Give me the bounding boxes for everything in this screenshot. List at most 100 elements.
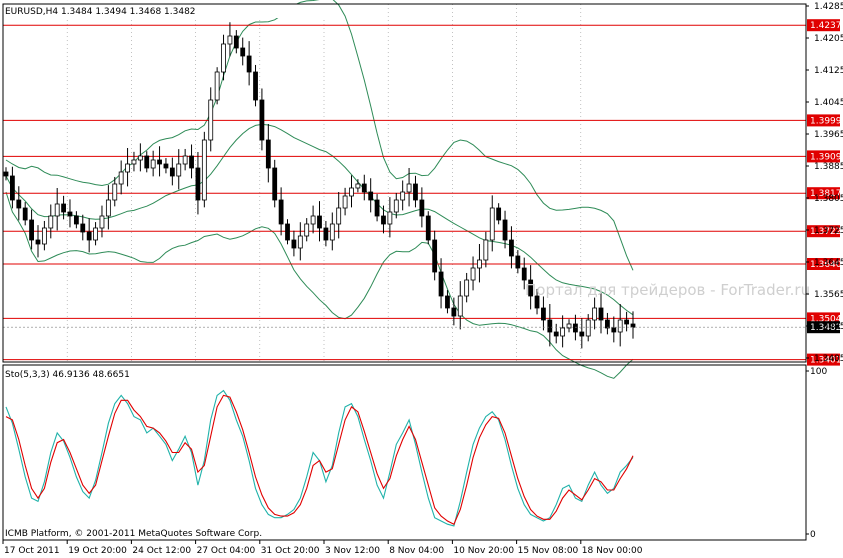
time-tick-label: 17 Oct 2011 bbox=[4, 546, 60, 556]
candle-body bbox=[208, 99, 214, 141]
candle-body bbox=[61, 203, 66, 213]
candle-body bbox=[285, 223, 290, 241]
candle-body bbox=[605, 319, 610, 329]
candle-body bbox=[432, 239, 438, 273]
candle-body bbox=[93, 227, 98, 241]
chart-background bbox=[0, 0, 843, 558]
candle-body bbox=[144, 155, 150, 169]
candle-body bbox=[73, 215, 79, 225]
candle-body bbox=[400, 191, 406, 201]
candle-body bbox=[9, 175, 15, 201]
candle-body bbox=[553, 331, 559, 337]
price-tick-label: 1.4045 bbox=[814, 98, 843, 108]
candle-body bbox=[80, 223, 86, 233]
candle-body bbox=[54, 203, 60, 217]
price-tick-label: 1.4205 bbox=[814, 34, 843, 44]
candle-body bbox=[438, 271, 444, 297]
time-tick-label: 15 Nov 08:00 bbox=[518, 546, 579, 556]
price-tick-label: 1.3565 bbox=[814, 290, 843, 300]
candle-body bbox=[630, 323, 636, 328]
candle-body bbox=[336, 207, 342, 225]
candle-body bbox=[323, 227, 329, 241]
price-tick-label: 1.4285 bbox=[814, 2, 843, 12]
candle-body bbox=[381, 215, 386, 225]
time-tick-label: 10 Nov 20:00 bbox=[453, 546, 514, 556]
candle-body bbox=[470, 267, 476, 281]
candle-body bbox=[349, 187, 354, 197]
candle-body bbox=[22, 207, 28, 221]
candle-body bbox=[131, 159, 137, 165]
candle-body bbox=[278, 199, 284, 225]
candle-body bbox=[304, 223, 310, 237]
level-label: 1.4237 bbox=[810, 21, 842, 31]
candle-body bbox=[272, 167, 278, 201]
watermark-text: Портал для трейдеров - ForTrader.ru bbox=[525, 281, 810, 299]
stochastic-tick-label: 100 bbox=[810, 367, 827, 377]
candle-body bbox=[361, 183, 367, 193]
candle-body bbox=[182, 155, 188, 165]
candle-body bbox=[374, 199, 380, 217]
candle-body bbox=[150, 159, 156, 169]
candle-body bbox=[393, 199, 399, 213]
candle-body bbox=[406, 183, 412, 193]
time-tick-label: 18 Nov 00:00 bbox=[582, 546, 643, 556]
price-tick-label: 1.3645 bbox=[814, 258, 843, 268]
candle-body bbox=[163, 163, 169, 169]
candle-body bbox=[137, 155, 143, 161]
candle-body bbox=[246, 55, 252, 73]
level-label: 1.3909 bbox=[810, 152, 842, 162]
candle-body bbox=[387, 211, 393, 225]
time-tick-label: 8 Nov 04:00 bbox=[389, 546, 444, 556]
candle-body bbox=[355, 183, 361, 189]
candle-body bbox=[233, 35, 239, 49]
candle-body bbox=[86, 231, 92, 241]
candle-body bbox=[477, 259, 482, 269]
copyright-text: ICMB Platform, © 2001-2011 MetaQuotes So… bbox=[5, 529, 262, 539]
candle-body bbox=[310, 215, 316, 225]
candle-body bbox=[560, 327, 566, 337]
price-tick-label: 1.3405 bbox=[814, 354, 843, 364]
candle-body bbox=[573, 323, 578, 333]
candle-body bbox=[297, 235, 303, 249]
candle-body bbox=[105, 199, 111, 217]
candle-body bbox=[201, 139, 207, 201]
candle-body bbox=[547, 319, 553, 333]
time-tick-label: 27 Oct 04:00 bbox=[197, 546, 256, 556]
candle-body bbox=[48, 215, 54, 229]
candle-body bbox=[329, 223, 335, 241]
candle-body bbox=[368, 191, 374, 201]
level-label: 1.3999 bbox=[810, 116, 842, 126]
candle-body bbox=[240, 47, 246, 57]
candle-body bbox=[221, 43, 226, 73]
candle-body bbox=[112, 183, 118, 201]
time-tick-label: 31 Oct 20:00 bbox=[261, 546, 320, 556]
price-tick-label: 1.3805 bbox=[814, 194, 843, 204]
candle-body bbox=[425, 215, 431, 241]
candle-body bbox=[515, 255, 521, 269]
candle-body bbox=[41, 227, 47, 245]
price-tick-label: 1.4125 bbox=[814, 66, 843, 76]
candle-body bbox=[445, 295, 450, 309]
candle-body bbox=[67, 211, 73, 217]
candle-body bbox=[617, 319, 623, 333]
candle-body bbox=[16, 199, 22, 209]
candle-body bbox=[317, 215, 322, 229]
candle-body bbox=[592, 307, 598, 321]
candle-body bbox=[585, 319, 591, 337]
candle-body bbox=[259, 99, 265, 141]
candle-body bbox=[35, 239, 41, 245]
stochastic-title: Sto(5,3,3) 46.9136 48.6651 bbox=[5, 370, 130, 380]
stochastic-tick-label: 0 bbox=[810, 530, 816, 540]
candle-body bbox=[227, 35, 233, 45]
candle-body bbox=[464, 279, 470, 297]
candle-body bbox=[457, 295, 463, 317]
candle-body bbox=[598, 307, 604, 321]
candle-body bbox=[521, 267, 527, 281]
candle-body bbox=[509, 239, 514, 257]
candle-body bbox=[125, 163, 130, 173]
candle-body bbox=[157, 159, 162, 165]
price-tick-label: 1.3885 bbox=[814, 162, 843, 172]
price-title: EURUSD,H4 1.3484 1.3494 1.3468 1.3482 bbox=[5, 7, 196, 17]
candle-body bbox=[214, 71, 220, 101]
candle-body bbox=[496, 207, 502, 221]
